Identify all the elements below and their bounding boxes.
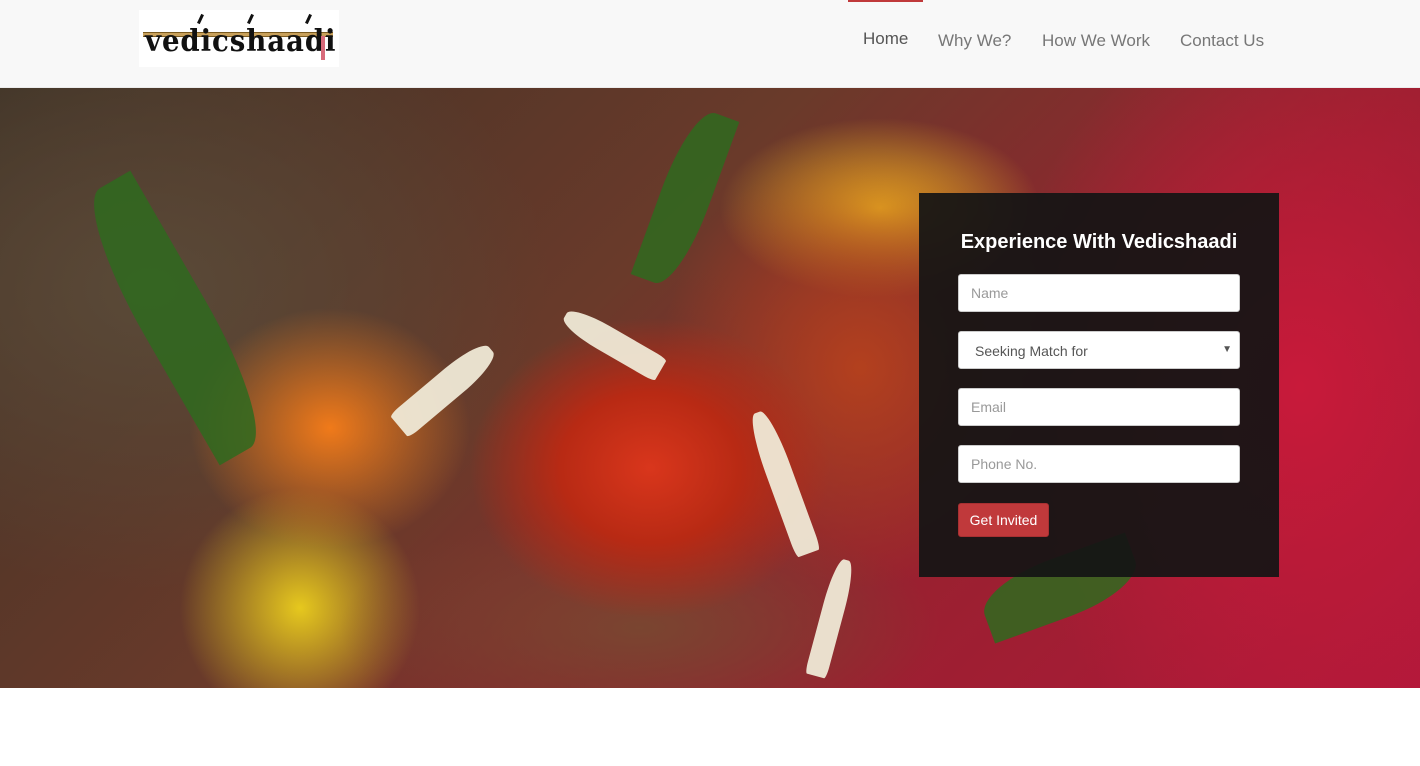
- leaf-decoration: [69, 170, 281, 466]
- logo-tassel-graphic: [321, 36, 325, 60]
- top-navbar: vedicshaadi Home Why We? How We Work Con…: [0, 0, 1420, 88]
- seeking-match-select[interactable]: Seeking Match for ▼: [958, 331, 1240, 369]
- flower-decoration: [558, 304, 668, 382]
- logo-accent-mark: [197, 13, 204, 25]
- email-input[interactable]: [958, 388, 1240, 426]
- chevron-down-icon: ▼: [1222, 344, 1232, 355]
- flower-decoration: [804, 557, 858, 679]
- seeking-match-selected-value: Seeking Match for: [975, 343, 1088, 359]
- nav-item-home[interactable]: Home: [863, 29, 908, 49]
- flower-decoration: [745, 408, 821, 558]
- nav-item-how-we-work[interactable]: How We Work: [1042, 31, 1150, 51]
- leaf-decoration: [630, 104, 740, 292]
- invite-form-panel: Experience With Vedicshaadi Seeking Matc…: [919, 193, 1279, 577]
- nav-item-why-we[interactable]: Why We?: [938, 31, 1011, 51]
- logo-wordmark: vedicshaadi: [145, 24, 337, 59]
- logo-accent-mark: [305, 13, 312, 25]
- nav-active-indicator: [848, 0, 923, 2]
- name-input[interactable]: [958, 274, 1240, 312]
- logo-accent-mark: [247, 13, 254, 25]
- form-title: Experience With Vedicshaadi: [960, 231, 1238, 253]
- nav-item-contact-us[interactable]: Contact Us: [1180, 31, 1264, 51]
- phone-input[interactable]: [958, 445, 1240, 483]
- flower-decoration: [389, 337, 501, 439]
- get-invited-button[interactable]: Get Invited: [958, 503, 1049, 537]
- brand-logo[interactable]: vedicshaadi: [139, 10, 339, 67]
